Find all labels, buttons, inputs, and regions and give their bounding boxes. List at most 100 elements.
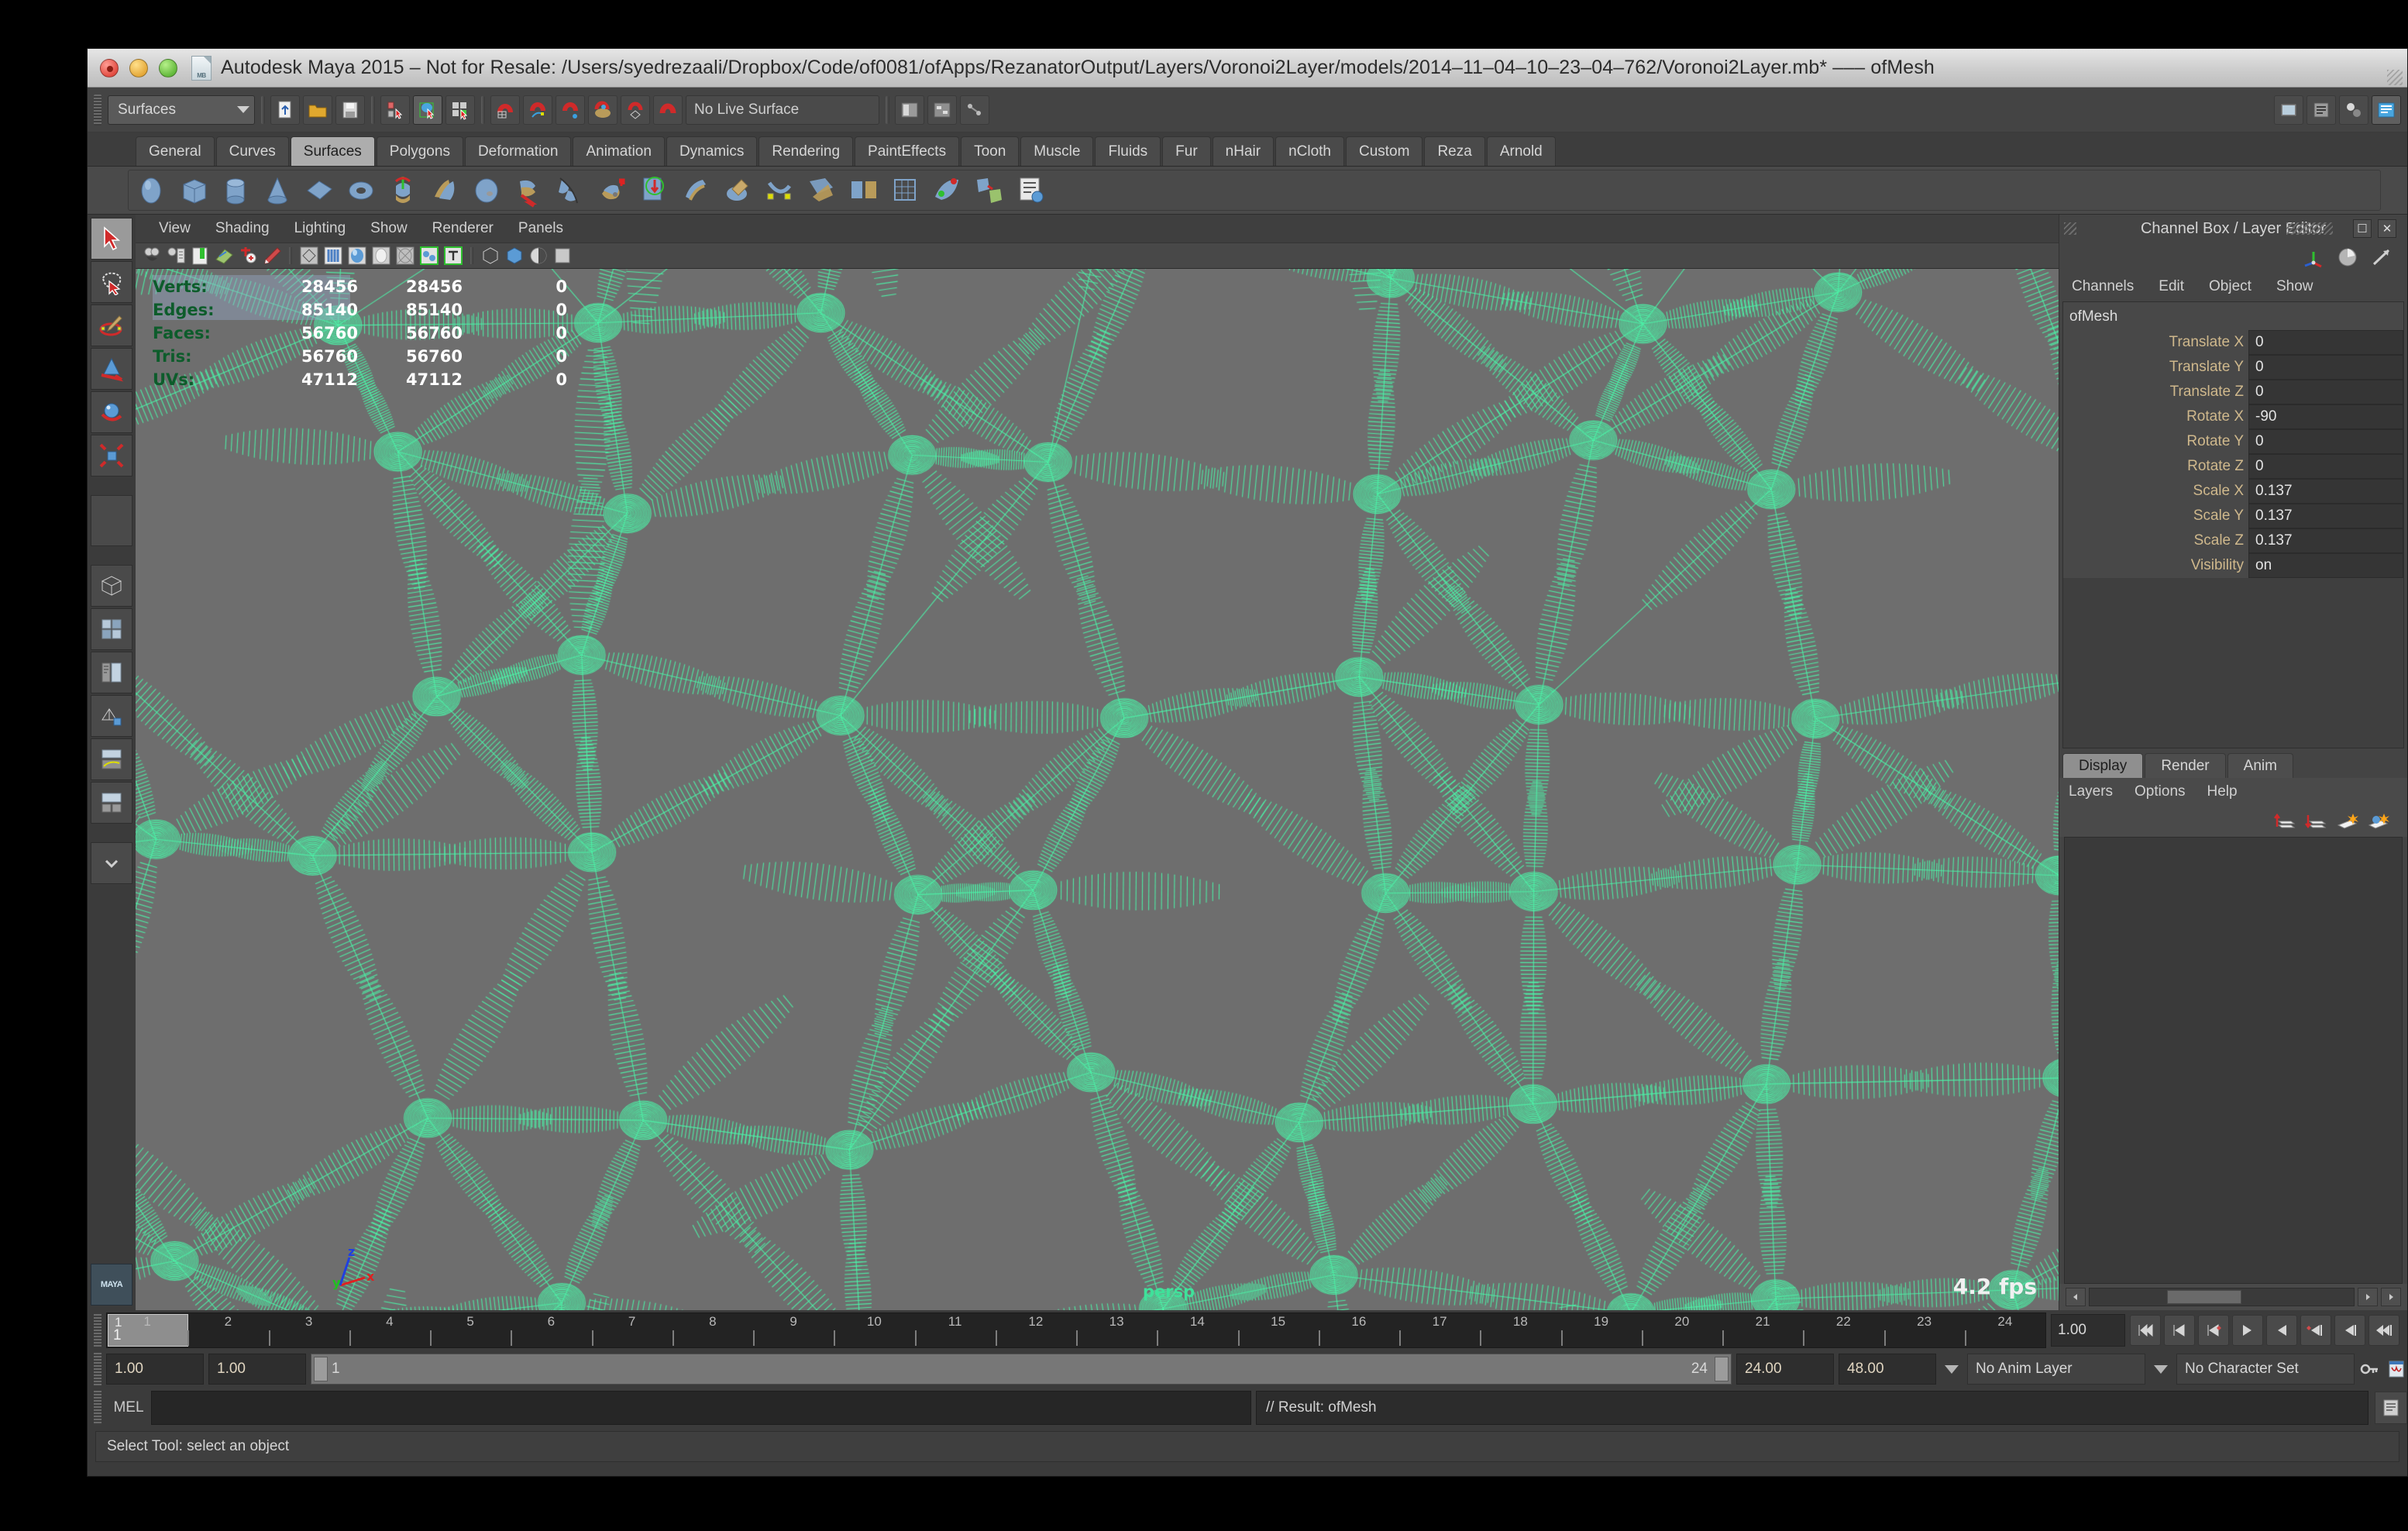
- scrollbar-thumb[interactable]: [2167, 1290, 2241, 1304]
- snap-to-projected-center-button[interactable]: [621, 95, 650, 125]
- viewport-menu-renderer[interactable]: Renderer: [420, 220, 506, 237]
- shelf-tab-fluids[interactable]: Fluids: [1095, 136, 1161, 166]
- go-to-end-button[interactable]: [2368, 1315, 2399, 1346]
- shelf-tab-custom[interactable]: Custom: [1345, 136, 1423, 166]
- channel-row-translate-y[interactable]: Translate Y 0: [2063, 355, 2403, 380]
- script-editor-icon[interactable]: [1014, 174, 1048, 208]
- playback-end-time-field[interactable]: 24.00: [1736, 1354, 1834, 1385]
- voronoi-mesh-render[interactable]: [136, 269, 2059, 1310]
- sculpt-geometry-icon[interactable]: [721, 174, 755, 208]
- channel-value[interactable]: 0: [2248, 355, 2403, 380]
- smooth-shade-all-icon[interactable]: [347, 246, 367, 266]
- auto-key-icon[interactable]: [2359, 1354, 2381, 1385]
- trim-tool-icon[interactable]: [638, 174, 672, 208]
- snap-to-view-plane-button[interactable]: [588, 95, 617, 125]
- range-slider-grip[interactable]: [94, 1353, 101, 1385]
- snap-to-point-button[interactable]: [556, 95, 585, 125]
- dock-grip-right[interactable]: [2286, 222, 2333, 235]
- scroll-right-end-icon[interactable]: [2381, 1288, 2401, 1306]
- scale-tool-button[interactable]: [91, 435, 132, 477]
- layer-list-scrollbar[interactable]: [2059, 1284, 2407, 1310]
- channel-box-menu-show[interactable]: Show: [2276, 278, 2338, 295]
- nurbs-cylinder-icon[interactable]: [219, 174, 253, 208]
- channel-row-rotate-z[interactable]: Rotate Z 0: [2063, 454, 2403, 479]
- shelf-tab-arnold[interactable]: Arnold: [1486, 136, 1556, 166]
- graph-editor-icon[interactable]: [2370, 246, 2393, 269]
- nurbs-to-polygons-icon[interactable]: [972, 174, 1006, 208]
- show-render-settings-button[interactable]: [2307, 95, 2336, 125]
- animation-preferences-icon[interactable]: [2386, 1354, 2407, 1385]
- two-d-pan-zoom-icon[interactable]: [238, 246, 258, 266]
- smooth-shade-icon[interactable]: [323, 246, 343, 266]
- show-attribute-editor-button[interactable]: [2372, 95, 2401, 125]
- layout-chevron-button[interactable]: [91, 842, 132, 884]
- outliner-persp-layout-button[interactable]: [91, 652, 132, 693]
- channel-box-menu-edit[interactable]: Edit: [2159, 278, 2209, 295]
- layer-tab-render[interactable]: Render: [2145, 753, 2226, 778]
- persp-outliner-layout-button[interactable]: [91, 782, 132, 824]
- transform-axes-icon[interactable]: [2302, 246, 2325, 269]
- loft-icon[interactable]: [428, 174, 463, 208]
- single-pane-layout-button[interactable]: [91, 565, 132, 607]
- move-tool-button[interactable]: [91, 348, 132, 390]
- shelf-tab-dynamics[interactable]: Dynamics: [666, 136, 758, 166]
- attach-surfaces-icon[interactable]: [847, 174, 881, 208]
- play-backwards-button[interactable]: [2232, 1315, 2263, 1346]
- minimize-button[interactable]: [129, 58, 148, 77]
- select-tool-button[interactable]: [91, 218, 132, 260]
- hypergraph-persp-layout-button[interactable]: [91, 695, 132, 737]
- move-layer-up-icon[interactable]: [2274, 811, 2297, 831]
- channel-row-rotate-y[interactable]: Rotate Y 0: [2063, 429, 2403, 454]
- lasso-tool-button[interactable]: [91, 261, 132, 303]
- shelf-tab-animation[interactable]: Animation: [573, 136, 665, 166]
- channel-value[interactable]: 0: [2248, 330, 2403, 355]
- channel-row-visibility[interactable]: Visibility on: [2063, 553, 2403, 578]
- shelf-tab-toon[interactable]: Toon: [961, 136, 1020, 166]
- shelf-tab-deformation[interactable]: Deformation: [464, 136, 572, 166]
- character-set-field[interactable]: No Character Set: [2176, 1354, 2355, 1385]
- step-back-button[interactable]: [2164, 1315, 2195, 1346]
- channel-value[interactable]: 0: [2248, 380, 2403, 404]
- anim-layer-dropdown-icon[interactable]: [1941, 1354, 1963, 1385]
- select-camera-icon[interactable]: [142, 246, 162, 266]
- channel-row-scale-z[interactable]: Scale Z 0.137: [2063, 528, 2403, 553]
- intersect-surfaces-icon[interactable]: [805, 174, 839, 208]
- rotate-tool-button[interactable]: [91, 391, 132, 433]
- camera-attributes-icon[interactable]: [166, 246, 186, 266]
- show-node-editor-button[interactable]: [960, 95, 989, 125]
- save-scene-button[interactable]: [335, 95, 365, 125]
- surface-fillet-icon[interactable]: [679, 174, 714, 208]
- nurbs-plane-icon[interactable]: [303, 174, 337, 208]
- extrude-icon[interactable]: [512, 174, 546, 208]
- playback-start-time-field[interactable]: 1.00: [208, 1354, 306, 1385]
- viewport-menu-lighting[interactable]: Lighting: [282, 220, 359, 237]
- shelf-tab-rendering[interactable]: Rendering: [759, 136, 854, 166]
- animation-layers-icon[interactable]: [2336, 246, 2359, 269]
- anim-layer-field[interactable]: No Anim Layer: [1967, 1354, 2145, 1385]
- viewport-menu-view[interactable]: View: [146, 220, 203, 237]
- select-by-component-type-button[interactable]: [445, 95, 475, 125]
- shelf-tab-muscle[interactable]: Muscle: [1020, 136, 1094, 166]
- nurbs-torus-icon[interactable]: [345, 174, 379, 208]
- viewport-menu-panels[interactable]: Panels: [506, 220, 576, 237]
- birail-icon[interactable]: [554, 174, 588, 208]
- current-time-field[interactable]: 1.00: [2051, 1314, 2125, 1347]
- bookmarks-icon[interactable]: [190, 246, 210, 266]
- scroll-left-icon[interactable]: [2066, 1288, 2086, 1306]
- play-forwards-button[interactable]: [2266, 1315, 2297, 1346]
- snap-to-grid-button[interactable]: [490, 95, 520, 125]
- channel-row-scale-x[interactable]: Scale X 0.137: [2063, 479, 2403, 504]
- channel-value[interactable]: 0.137: [2248, 504, 2403, 528]
- dock-grip-left[interactable]: [2064, 222, 2076, 235]
- select-by-hierarchy-button[interactable]: [380, 95, 410, 125]
- status-line-grip[interactable]: [94, 94, 101, 126]
- channel-value[interactable]: -90: [2248, 404, 2403, 429]
- shelf-tab-nhair[interactable]: nHair: [1212, 136, 1275, 166]
- nurbs-cube-icon[interactable]: [177, 174, 212, 208]
- channel-row-translate-z[interactable]: Translate Z 0: [2063, 380, 2403, 404]
- shelf-tab-painteffects[interactable]: PaintEffects: [855, 136, 960, 166]
- new-layer-from-selected-icon[interactable]: [2367, 811, 2390, 831]
- scrollbar-track[interactable]: [2089, 1288, 2355, 1306]
- text-display-icon[interactable]: [443, 246, 463, 266]
- open-scene-button[interactable]: [303, 95, 332, 125]
